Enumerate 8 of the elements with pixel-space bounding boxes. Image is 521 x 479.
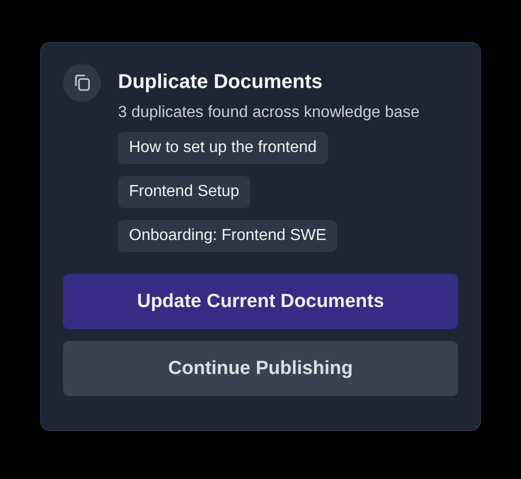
document-chip[interactable]: Frontend Setup	[118, 176, 250, 208]
dialog-title: Duplicate Documents	[118, 70, 324, 94]
dialog-subtitle: 3 duplicates found across knowledge base	[118, 103, 420, 123]
copy-icon	[63, 64, 101, 102]
document-chip[interactable]: Onboarding: Frontend SWE	[118, 220, 338, 252]
document-chip[interactable]: How to set up the frontend	[118, 132, 328, 164]
continue-button[interactable]: Continue Publishing	[63, 341, 458, 396]
update-button[interactable]: Update Current Documents	[63, 274, 458, 329]
